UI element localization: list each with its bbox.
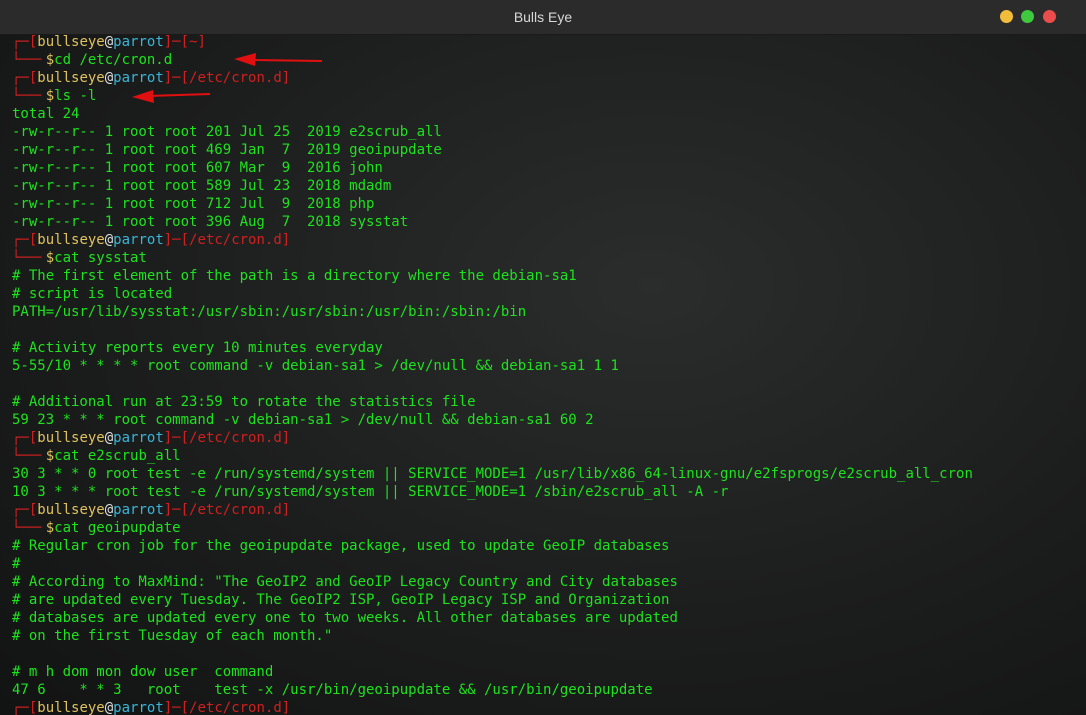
annotation-arrows [132, 53, 323, 103]
red-arrow-cd-icon [234, 53, 323, 66]
red-arrow-ls-icon [132, 90, 211, 103]
terminal-window: Bulls Eye ┌─[bullseye@parrot]─[~] └──╴$cd… [0, 0, 1086, 715]
